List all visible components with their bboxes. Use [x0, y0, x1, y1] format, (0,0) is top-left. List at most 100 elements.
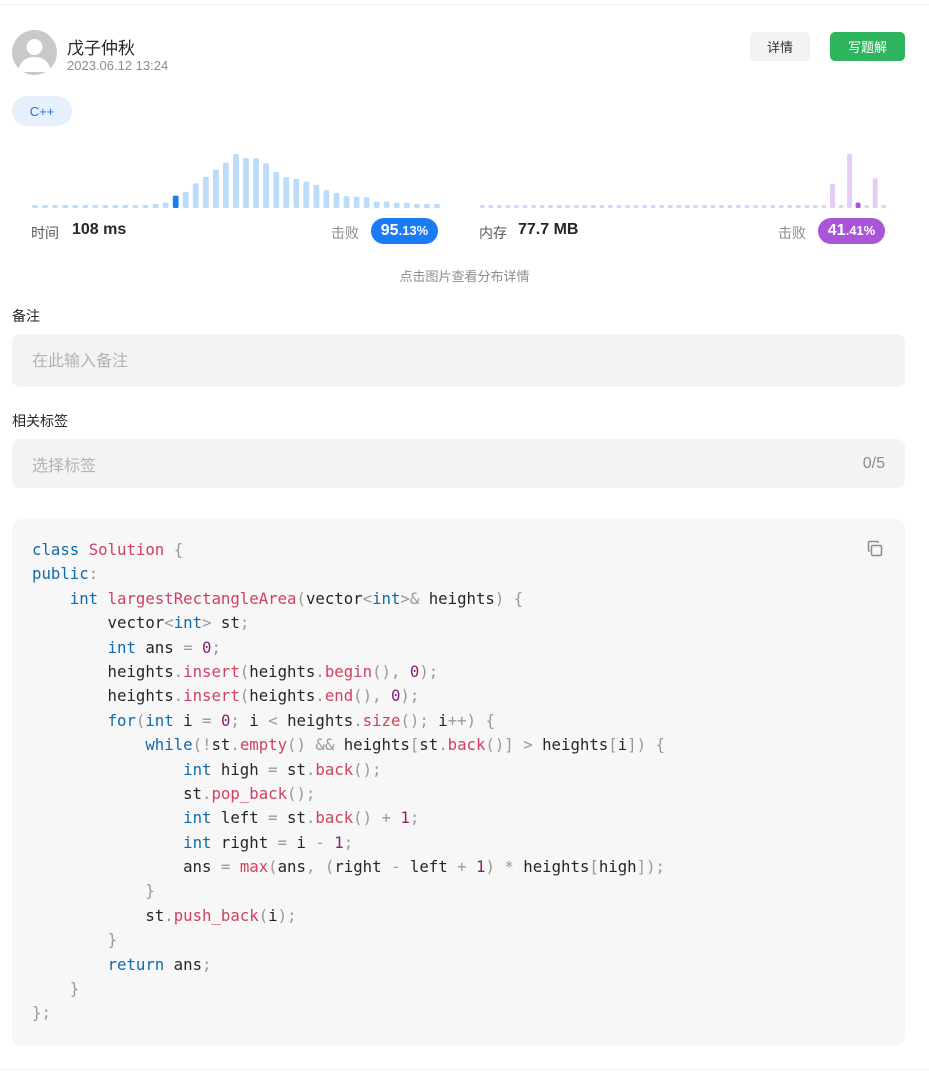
runtime-distribution-bar — [223, 162, 229, 208]
distribution-hint-link[interactable]: 点击图片查看分布详情 — [0, 266, 929, 285]
memory-distribution-bar — [736, 205, 741, 208]
code-line: } — [69, 979, 80, 999]
code-block[interactable]: class Solution { public: int largestRecta… — [12, 519, 905, 1046]
runtime-distribution-bar — [303, 181, 310, 208]
memory-distribution-bar — [821, 205, 827, 208]
runtime-distribution-bar — [162, 202, 169, 208]
user-avatar-icon[interactable] — [12, 30, 57, 75]
runtime-distribution-bar — [112, 205, 119, 208]
runtime-beats-label: 击败 — [331, 226, 359, 242]
memory-distribution-bar — [710, 205, 716, 208]
runtime-distribution-bar — [393, 202, 400, 208]
runtime-distribution-bar — [142, 205, 149, 208]
memory-distribution-bar — [795, 205, 801, 208]
copy-icon[interactable] — [865, 539, 885, 559]
code-line: return ans; — [107, 954, 212, 974]
runtime-distribution-bar — [313, 184, 320, 208]
runtime-distribution-chart[interactable] — [30, 150, 442, 210]
code-line: ans = max(ans, (right - left + 1) * heig… — [32, 857, 665, 877]
code-line: for(int i = 0; i < heights.size(); i++) … — [107, 710, 495, 730]
memory-distribution-bar — [864, 205, 870, 208]
memory-distribution-bar — [590, 205, 596, 208]
memory-distribution-bar — [633, 205, 639, 208]
runtime-distribution-bar — [424, 204, 430, 208]
runtime-distribution-bar — [82, 205, 89, 208]
code-line: heights.insert(heights.end(), 0); — [32, 686, 420, 706]
note-input[interactable] — [12, 334, 905, 387]
bottom-divider — [0, 1069, 929, 1070]
runtime-distribution-bar — [343, 196, 350, 208]
memory-distribution-bar — [531, 205, 536, 208]
memory-distribution-bar — [514, 205, 519, 208]
runtime-distribution-bar — [414, 204, 420, 208]
memory-distribution-bar — [684, 205, 690, 208]
code-line: st.push_back(i); — [32, 905, 297, 925]
code-line: class Solution { — [32, 540, 184, 559]
memory-distribution-bar — [838, 205, 844, 208]
memory-distribution-bar — [565, 205, 571, 208]
memory-label: 内存 — [479, 226, 507, 242]
runtime-distribution-bar — [52, 205, 58, 208]
tags-label: 相关标签 — [12, 414, 68, 430]
detail-button[interactable]: 详情 — [750, 32, 810, 61]
code-line: int right = i - 1; — [183, 832, 354, 852]
submission-timestamp: 2023.06.12 13:24 — [67, 58, 169, 73]
memory-distribution-bar — [539, 205, 545, 208]
memory-distribution-chart[interactable] — [478, 150, 888, 210]
code-line: vector<int> st; — [32, 613, 250, 633]
tag-select[interactable]: 选择标签 0/5 — [12, 439, 905, 488]
tag-select-placeholder: 选择标签 — [32, 455, 97, 475]
author-name[interactable]: 戊子仲秋 — [67, 34, 135, 59]
memory-distribution-bar — [625, 205, 630, 208]
memory-distribution-bar — [488, 205, 494, 208]
runtime-distribution-bar — [132, 205, 139, 208]
memory-distribution-bar — [847, 154, 853, 208]
runtime-distribution-bar — [323, 190, 330, 208]
memory-distribution-bar — [719, 205, 724, 208]
runtime-distribution-bar — [403, 202, 410, 208]
runtime-distribution-bar — [102, 205, 109, 208]
runtime-distribution-bar — [72, 205, 79, 208]
code-line: }; — [32, 1003, 51, 1023]
runtime-beats-int: 95 — [380, 222, 399, 239]
memory-distribution-bar — [770, 205, 776, 208]
runtime-distribution-bar — [182, 191, 189, 208]
memory-distribution-bar — [693, 205, 699, 208]
memory-distribution-svg — [479, 154, 887, 208]
write-solution-button[interactable]: 写题解 — [830, 32, 905, 61]
memory-distribution-bar — [812, 205, 818, 208]
memory-distribution-bar — [556, 205, 562, 208]
memory-distribution-bar — [548, 205, 554, 208]
runtime-distribution-bar — [434, 204, 440, 208]
memory-beats-label: 击败 — [778, 226, 806, 242]
memory-distribution-bar — [787, 205, 793, 208]
runtime-distribution-bar — [202, 176, 209, 208]
memory-distribution-bar — [616, 205, 622, 208]
memory-distribution-bar — [522, 205, 528, 208]
code-line: } — [145, 881, 155, 901]
memory-distribution-bar — [881, 205, 887, 208]
memory-distribution-bar — [659, 205, 665, 208]
runtime-distribution-bar — [363, 197, 370, 208]
runtime-distribution-bar — [373, 201, 380, 208]
code-line: } — [107, 930, 118, 950]
runtime-distribution-svg — [32, 154, 440, 208]
note-label: 备注 — [12, 309, 40, 325]
code-line: int ans = 0; — [107, 637, 221, 657]
memory-distribution-bar — [761, 205, 767, 208]
runtime-distribution-bar — [273, 171, 280, 208]
memory-distribution-bar — [701, 205, 707, 208]
top-divider — [0, 4, 929, 5]
code-content[interactable]: class Solution { public: int largestRecta… — [32, 538, 665, 1026]
code-line: int largestRectangleArea(vector<int>& he… — [69, 588, 524, 608]
code-line: heights.insert(heights.begin(), 0); — [32, 661, 439, 681]
memory-distribution-bar — [496, 205, 502, 208]
memory-value: 77.7 MB — [518, 221, 579, 238]
runtime-distribution-bar — [122, 205, 129, 208]
tag-count: 0/5 — [862, 454, 885, 472]
code-line: public: — [32, 564, 99, 584]
code-line: while(!st.empty() && heights[st.back()] … — [145, 735, 665, 755]
runtime-beats-badge: 95.13% — [371, 218, 438, 244]
memory-distribution-bar — [642, 205, 648, 208]
runtime-distribution-bar — [172, 195, 179, 208]
